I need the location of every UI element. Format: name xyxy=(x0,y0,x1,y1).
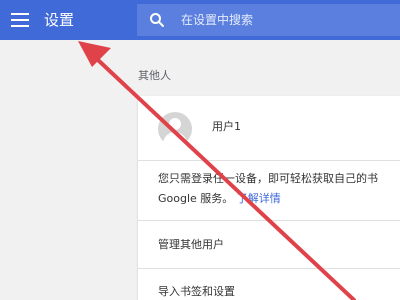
username: 用户1 xyxy=(212,120,241,133)
sync-description-prefix: Google 服务。 xyxy=(158,192,234,205)
divider xyxy=(138,268,400,269)
people-card: 用户1 您只需登录任一设备，即可轻松获取自己的书 Google 服务。 了解详情… xyxy=(138,96,400,300)
divider xyxy=(138,160,400,161)
page-title: 设置 xyxy=(44,11,75,29)
sync-description-line2: Google 服务。 了解详情 xyxy=(158,192,281,206)
top-app-bar: 设置 xyxy=(0,0,400,40)
user-row[interactable]: 用户1 xyxy=(138,96,400,160)
manage-other-users-link[interactable]: 管理其他用户 xyxy=(158,238,224,252)
hamburger-menu-icon[interactable] xyxy=(11,12,29,28)
search-box[interactable] xyxy=(137,4,400,36)
sync-description-line1: 您只需登录任一设备，即可轻松获取自己的书 xyxy=(158,172,378,185)
section-title: 其他人 xyxy=(138,69,171,82)
learn-more-link[interactable]: 了解详情 xyxy=(237,192,281,205)
import-bookmarks-link[interactable]: 导入书签和设置 xyxy=(158,285,235,299)
divider xyxy=(138,220,400,221)
search-input[interactable] xyxy=(181,11,391,29)
search-icon[interactable] xyxy=(149,12,165,28)
person-icon xyxy=(158,112,192,146)
